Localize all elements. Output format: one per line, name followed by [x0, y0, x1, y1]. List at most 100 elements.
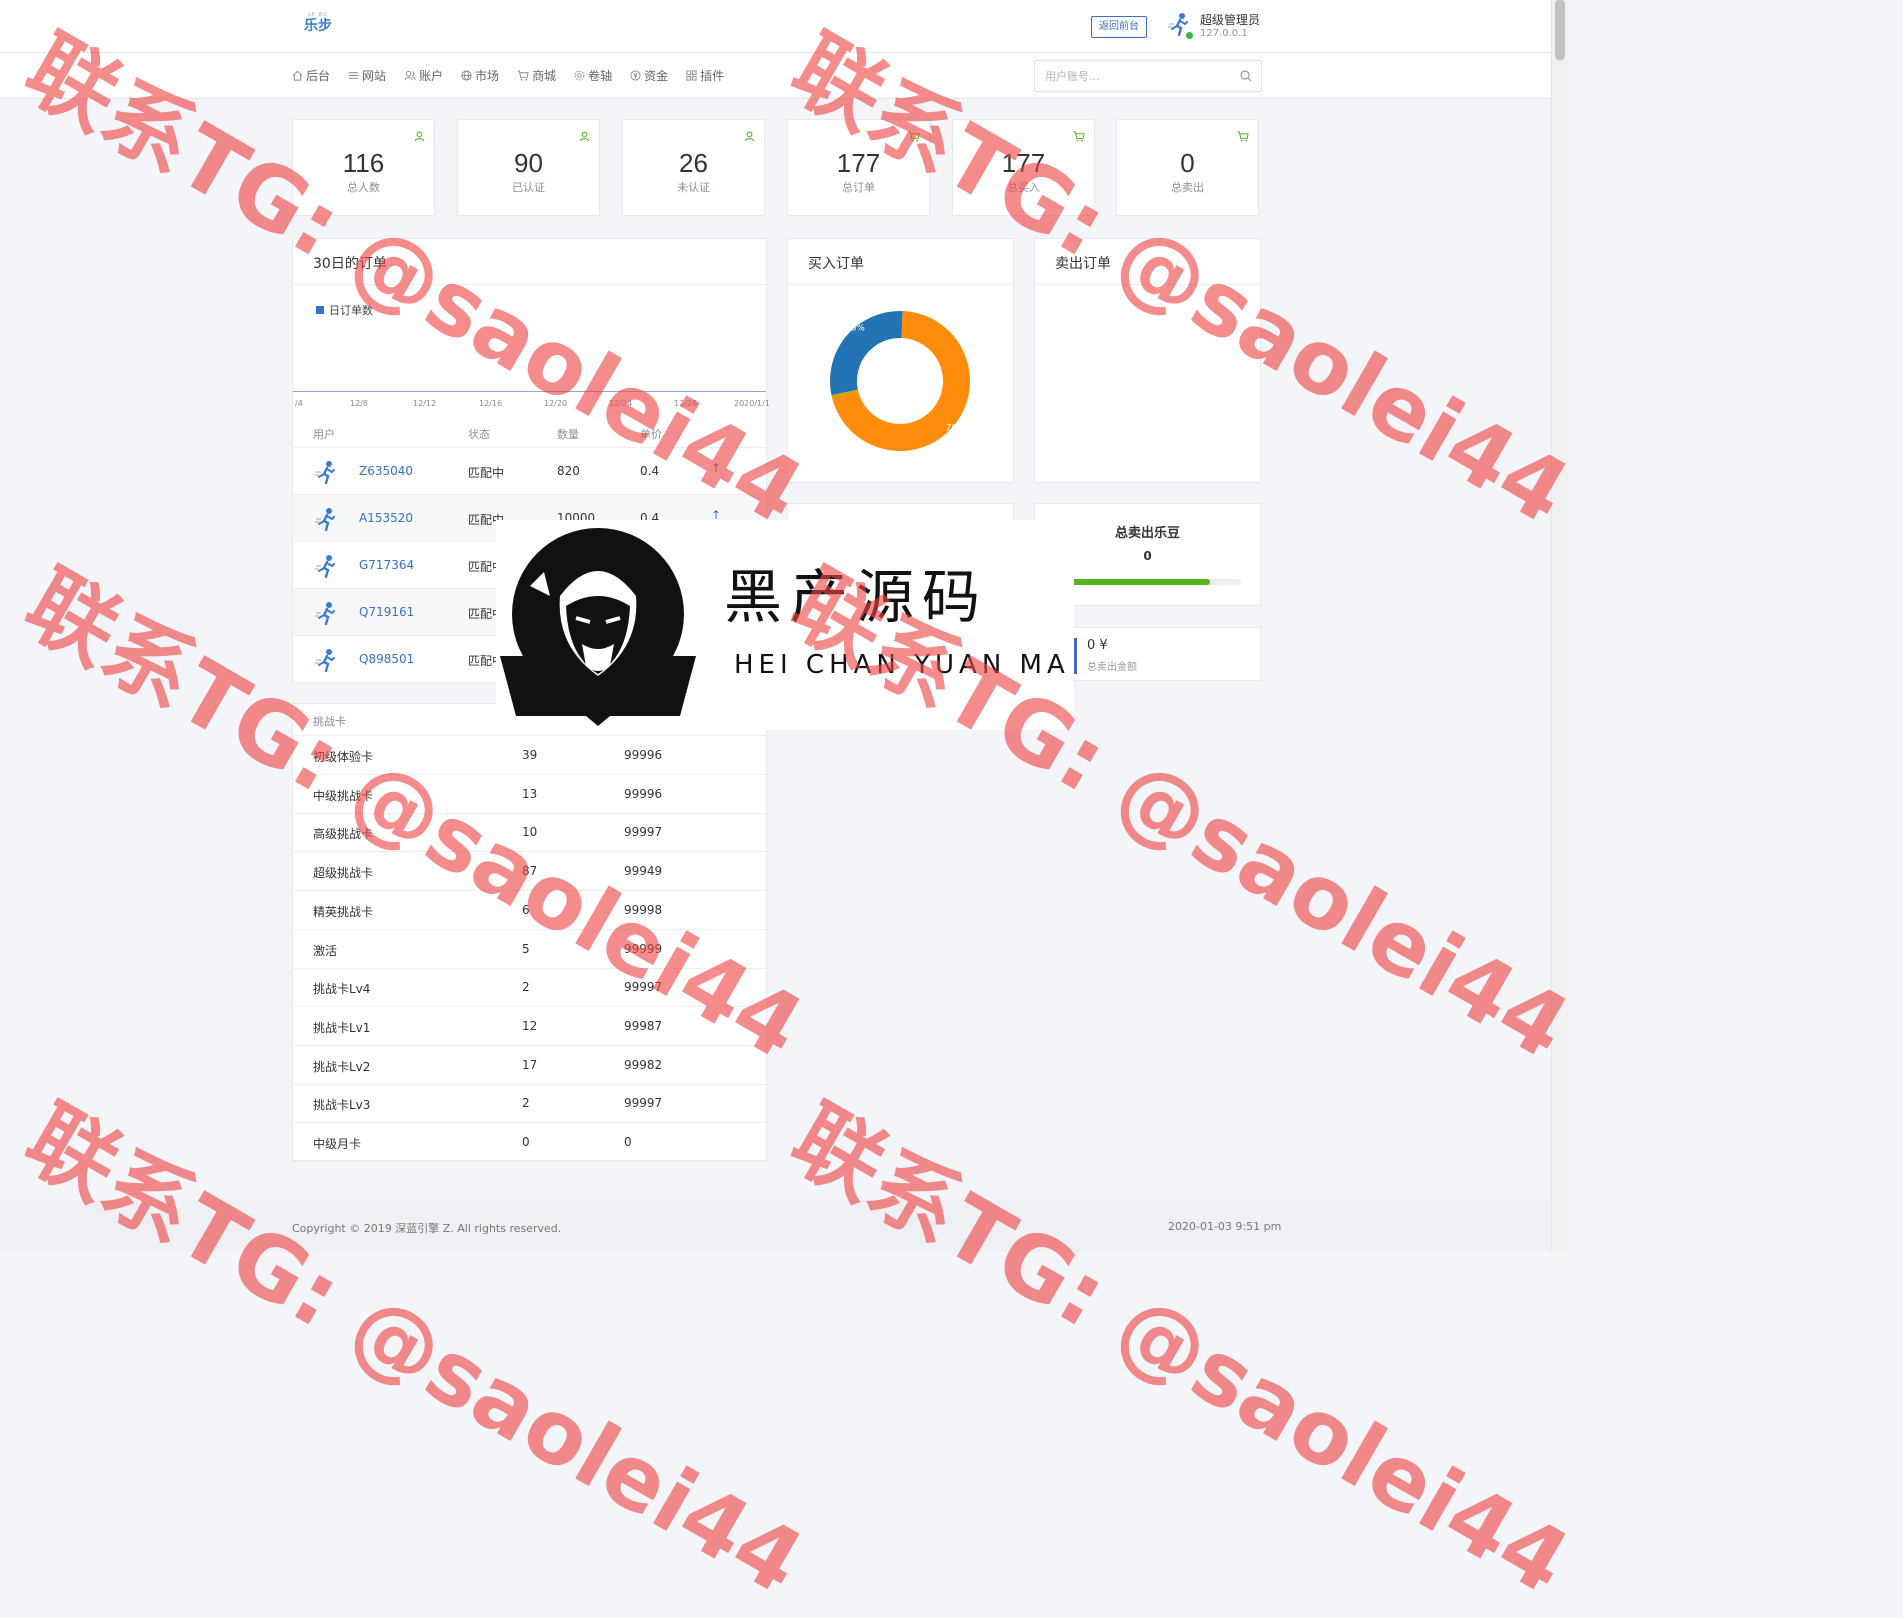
order-user-link[interactable]: Q719161 — [359, 605, 414, 619]
card-row[interactable]: 激活 5 99999 — [293, 930, 766, 969]
page-footer: Copyright © 2019 深蓝引擎 Z. All rights rese… — [0, 1200, 1552, 1252]
x-tick-label: 12/12 — [413, 399, 437, 408]
stat-card-unverified: 26 未认证 — [622, 119, 765, 216]
nav-label: 卷轴 — [588, 69, 613, 83]
nav-item-plugins[interactable]: 插件 — [686, 67, 724, 84]
chart-legend[interactable]: 日订单数 — [316, 302, 373, 318]
amount-value: 0 ¥ — [1087, 638, 1108, 653]
site-logo[interactable]: LE BU 乐步 — [302, 12, 334, 40]
x-tick-label: 12/28 — [674, 399, 698, 408]
stat-value: 177 — [836, 148, 881, 178]
card-header: 买入订单 — [788, 239, 1013, 285]
card-row[interactable]: 挑战卡Lv4 2 99997 — [293, 968, 766, 1008]
scrollbar-thumb[interactable] — [1555, 0, 1565, 60]
amount-number: 0 — [1087, 638, 1096, 653]
card-stock: 99982 — [624, 1057, 663, 1072]
x-tick-label: 2020/1/1 — [734, 399, 770, 408]
card-stock: 99987 — [624, 1018, 663, 1033]
card-title: 卖出订单 — [1055, 256, 1111, 272]
stat-value: 116 — [342, 148, 385, 178]
card-count: 10 — [522, 825, 538, 840]
column-header: 单价 — [640, 428, 662, 441]
nav-item-scroll[interactable]: 卷轴 — [574, 67, 612, 84]
order-user-link[interactable]: G717364 — [359, 558, 414, 572]
card-row[interactable]: 挑战卡Lv2 17 99982 — [293, 1046, 766, 1085]
nav-label: 网站 — [362, 69, 387, 83]
card-name: 超级挑战卡 — [313, 866, 374, 881]
nav-label: 账户 — [419, 69, 444, 83]
nav-item-website[interactable]: 网站 — [348, 67, 386, 84]
card-name: 高级挑战卡 — [313, 827, 374, 842]
card-stock: 99997 — [624, 980, 663, 995]
order-user-link[interactable]: Z635040 — [359, 464, 413, 478]
nav-item-funds[interactable]: 资金 — [630, 67, 668, 84]
card-row[interactable]: 挑战卡Lv1 12 99987 — [293, 1007, 766, 1046]
stat-card-total-users: 116 总人数 — [292, 119, 435, 216]
card-count: 39 — [522, 748, 538, 762]
stat-card-total-buy: 177 总买入 — [952, 119, 1095, 216]
nav-item-dashboard[interactable]: 后台 — [292, 67, 330, 84]
buy-orders-donut-chart[interactable]: 28.8% 70.6% — [828, 309, 972, 453]
card-count: 17 — [522, 1057, 538, 1072]
page-scrollbar[interactable] — [1551, 0, 1568, 1252]
nav-item-market[interactable]: 市场 — [461, 67, 499, 84]
column-header: 用户 — [313, 428, 335, 441]
stat-label: 未认证 — [677, 181, 710, 194]
nav-label: 商城 — [532, 69, 557, 83]
card-row[interactable]: 中级挑战卡 13 99996 — [293, 775, 766, 814]
card-header: 30日的订单 — [293, 239, 766, 285]
card-row[interactable]: 精英挑战卡 6 99998 — [293, 891, 766, 930]
order-user-link[interactable]: Q898501 — [359, 652, 414, 666]
column-header: 挑战卡 — [313, 715, 346, 728]
user-icon — [744, 131, 755, 142]
cart-icon — [908, 131, 920, 142]
card-count: 2 — [522, 1096, 530, 1111]
card-row[interactable]: 高级挑战卡 10 99997 — [293, 813, 766, 853]
server-time: 2020-01-03 9:51 pm — [1168, 1220, 1282, 1233]
cart-icon — [517, 70, 529, 81]
admin-ip: 127.0.0.1 — [1200, 28, 1248, 39]
runner-avatar-icon — [315, 649, 335, 672]
card-stock: 0 — [624, 1135, 632, 1149]
search-icon[interactable] — [1240, 70, 1252, 82]
runner-avatar-icon — [315, 461, 335, 484]
stat-label: 总买入 — [1007, 181, 1040, 194]
beans-progress-fill — [1071, 579, 1211, 585]
settings-icon — [574, 70, 585, 81]
card-name: 挑战卡Lv1 — [313, 1020, 371, 1035]
card-name: 初级体验卡 — [313, 750, 374, 764]
card-row[interactable]: 初级体验卡 39 99996 — [293, 736, 766, 775]
column-header: 数量 — [557, 428, 579, 441]
online-status-dot — [1185, 31, 1194, 40]
nav-item-accounts[interactable]: 账户 — [404, 67, 443, 84]
card-stock: 99997 — [624, 825, 663, 840]
card-name: 中级挑战卡 — [313, 788, 374, 803]
card-count: 6 — [522, 902, 530, 917]
search-input[interactable] — [1043, 66, 1227, 86]
card-row[interactable]: 挑战卡Lv3 2 99997 — [293, 1084, 766, 1124]
order-user-link[interactable]: A153520 — [359, 511, 413, 525]
card-stock: 99997 — [624, 1096, 663, 1111]
runner-avatar-icon — [315, 555, 335, 578]
stat-value: 90 — [514, 148, 543, 178]
stat-card-total-orders: 177 总订单 — [787, 119, 930, 216]
nav-label: 后台 — [306, 69, 331, 83]
orders-table-header: 用户 状态 数量 单价 — [293, 419, 766, 448]
watermark-text: 联系TG: @saolei44 — [775, 1086, 1586, 1615]
column-header: 状态 — [468, 428, 490, 441]
arrow-up-icon[interactable]: ↑ — [711, 461, 721, 475]
card-row[interactable]: 超级挑战卡 87 99949 — [293, 852, 766, 892]
challenge-cards-table: 挑战卡 初级体验卡 39 99996 中级挑战卡 13 99996 高级挑战卡 10 99997… — [292, 703, 767, 1162]
card-stock: 99996 — [624, 786, 663, 801]
back-to-frontend-button[interactable]: 返回前台 — [1091, 16, 1147, 38]
card-stock: 99996 — [624, 748, 663, 762]
card-row[interactable]: 中级月卡 0 0 — [293, 1123, 766, 1162]
order-row[interactable]: Z635040 匹配中 820 0.4 ↑ — [293, 448, 766, 495]
card-count: 87 — [522, 864, 538, 879]
order-quantity: 820 — [557, 464, 580, 478]
nav-item-shop[interactable]: 商城 — [517, 67, 556, 84]
cart-icon — [1073, 131, 1085, 142]
sell-orders-card: 卖出订单 — [1034, 238, 1261, 483]
list-icon — [348, 72, 359, 79]
copyright-text: Copyright © 2019 深蓝引擎 Z. All rights rese… — [292, 1222, 562, 1235]
